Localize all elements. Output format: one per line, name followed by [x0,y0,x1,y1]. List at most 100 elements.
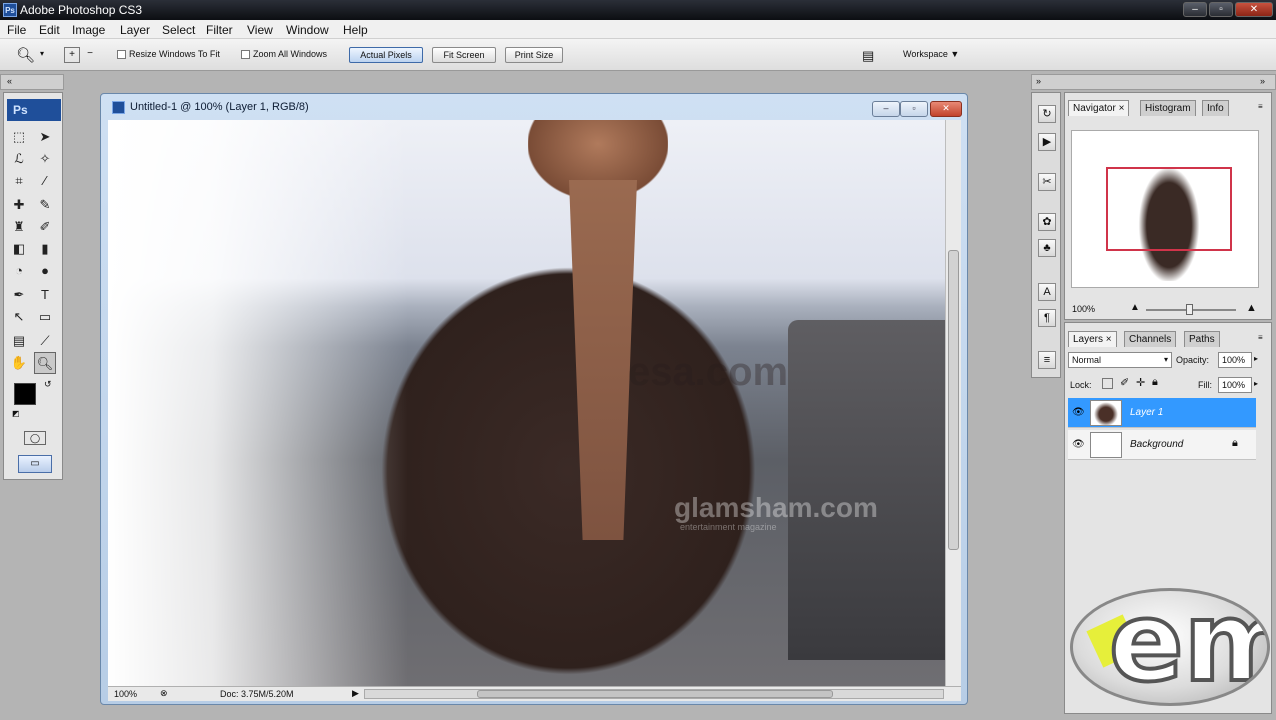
lock-pixels-icon[interactable]: ✐ [1120,376,1129,389]
blend-mode-select[interactable]: Normal ▾ [1068,352,1172,368]
zoom-tool-icon[interactable]: 🔍︎ [16,46,35,64]
menu-window[interactable]: Window [286,23,329,37]
doc-minimize-icon[interactable]: – [872,101,900,117]
palette-well-icon[interactable]: ▤ [862,48,874,64]
paragraph-panel-icon[interactable]: ¶ [1038,309,1056,327]
lock-position-icon[interactable]: ✛ [1136,376,1145,389]
layer-name[interactable]: Layer 1 [1130,407,1163,418]
gradient-tool-icon[interactable]: ▮ [34,238,56,260]
zoom-all-checkbox[interactable] [241,50,250,59]
menu-help[interactable]: Help [343,23,368,37]
actions-panel-icon[interactable]: ▶ [1038,133,1056,151]
visibility-eye-icon[interactable]: 👁︎ [1072,407,1085,418]
history-panel-icon[interactable]: ↻ [1038,105,1056,123]
pen-tool-icon[interactable]: ✒ [8,284,30,306]
menu-layer[interactable]: Layer [120,23,150,37]
clone-source-icon[interactable]: ♣ [1038,239,1056,257]
zoom-slider-thumb[interactable] [1186,304,1193,315]
marquee-tool-icon[interactable]: ⬚ [8,126,30,148]
hand-tool-icon[interactable]: ✋ [8,352,30,374]
menu-edit[interactable]: Edit [39,23,60,37]
shape-tool-icon[interactable]: ▭ [34,306,56,328]
opacity-input[interactable]: 100% [1218,352,1252,368]
zoom-level[interactable]: 100% [114,689,137,699]
fit-screen-button[interactable]: Fit Screen [432,47,496,63]
tab-navigator[interactable]: Navigator × [1068,100,1130,116]
resize-windows-checkbox[interactable] [117,50,126,59]
lock-all-icon[interactable]: 🔒︎ [1152,376,1158,389]
zoom-slider[interactable] [1146,304,1236,315]
blur-tool-icon[interactable]: ◔ [8,260,30,282]
close-icon[interactable]: ✕ [1235,2,1273,17]
lasso-tool-icon[interactable]: ℒ [8,148,30,170]
horizontal-scroll-thumb[interactable] [477,690,833,698]
expand-icon[interactable]: » [1036,76,1041,86]
menu-select[interactable]: Select [162,23,195,37]
screen-mode-icon[interactable]: ▭ [18,455,52,473]
history-brush-icon[interactable]: ✐ [34,216,56,238]
toolbox-header-strip[interactable]: « [0,74,64,90]
menu-view[interactable]: View [247,23,273,37]
type-tool-icon[interactable]: T [34,284,56,306]
image-canvas[interactable]: esa.com glamsham.com entertainment magaz… [108,120,945,686]
crop-tool-icon[interactable]: ⌗ [8,170,30,192]
tab-info[interactable]: Info [1202,100,1229,116]
view-box[interactable] [1106,167,1232,251]
zoom-tool-icon[interactable]: 🔍︎ [34,352,56,374]
tab-histogram[interactable]: Histogram [1140,100,1196,116]
minimize-icon[interactable]: – [1183,2,1207,17]
visibility-eye-icon[interactable]: 👁︎ [1072,439,1085,450]
panel-dock-header-strip[interactable]: » » [1031,74,1276,90]
magic-wand-icon[interactable]: ✧ [34,148,56,170]
collapse-icon[interactable]: » [1260,76,1265,86]
dodge-tool-icon[interactable]: ● [34,260,56,282]
move-tool-icon[interactable]: ➤ [34,126,56,148]
layer-row-background[interactable]: 👁︎ Background 🔒︎ [1068,430,1256,460]
fill-input[interactable]: 100% [1218,377,1252,393]
status-arrow-icon[interactable]: ▶ [352,688,359,699]
default-colors-icon[interactable]: ◩ [12,409,20,418]
character-panel-icon[interactable]: A [1038,283,1056,301]
maximize-icon[interactable]: ▫ [1209,2,1233,17]
scroll-thumb[interactable] [948,250,959,550]
panel-menu-icon[interactable]: ≡ [1258,333,1263,342]
notes-tool-icon[interactable]: ▤ [8,330,30,352]
zoom-in-icon[interactable]: ▲ [1246,302,1257,314]
horizontal-scrollbar[interactable] [364,689,944,699]
layer-row-layer-1[interactable]: 👁︎ Layer 1 [1068,398,1256,428]
layer-comps-icon[interactable]: ≡ [1038,351,1056,369]
fill-arrow-icon[interactable]: ▸ [1254,379,1258,388]
collapse-icon[interactable]: « [7,76,12,86]
doc-close-icon[interactable]: ✕ [930,101,962,117]
eraser-tool-icon[interactable]: ◧ [8,238,30,260]
print-size-button[interactable]: Print Size [505,47,563,63]
menu-image[interactable]: Image [72,23,105,37]
eyedropper-icon[interactable]: ⟋ [34,330,56,352]
chevron-down-icon[interactable]: ▾ [40,49,44,58]
quick-mask-icon[interactable]: ◯ [24,431,46,445]
tool-presets-icon[interactable]: ✂ [1038,173,1056,191]
tab-layers[interactable]: Layers × [1068,331,1117,347]
menu-file[interactable]: File [7,23,26,37]
status-menu-icon[interactable]: ⊗ [160,688,168,699]
tab-paths[interactable]: Paths [1184,331,1220,347]
clone-stamp-icon[interactable]: ♜ [8,216,30,238]
brush-tool-icon[interactable]: ✎ [34,194,56,216]
swap-colors-icon[interactable]: ↺ [44,379,52,390]
slice-tool-icon[interactable]: ∕ [34,170,56,192]
navigator-thumbnail[interactable] [1071,130,1259,288]
zoom-out-icon[interactable]: − [82,47,98,63]
path-selection-icon[interactable]: ↖ [8,306,30,328]
workspace-menu[interactable]: Workspace ▼ [903,49,959,59]
panel-menu-icon[interactable]: ≡ [1258,102,1263,111]
navigator-zoom-value[interactable]: 100% [1072,304,1095,314]
layer-name[interactable]: Background [1130,439,1183,450]
zoom-in-icon[interactable]: + [64,47,80,63]
actual-pixels-button[interactable]: Actual Pixels [349,47,423,63]
vertical-scrollbar[interactable] [945,120,961,686]
foreground-color-swatch[interactable] [14,383,36,405]
opacity-arrow-icon[interactable]: ▸ [1254,354,1258,363]
zoom-out-icon[interactable]: ▲ [1130,302,1140,313]
menu-filter[interactable]: Filter [206,23,233,37]
lock-transparency-icon[interactable] [1102,378,1113,389]
